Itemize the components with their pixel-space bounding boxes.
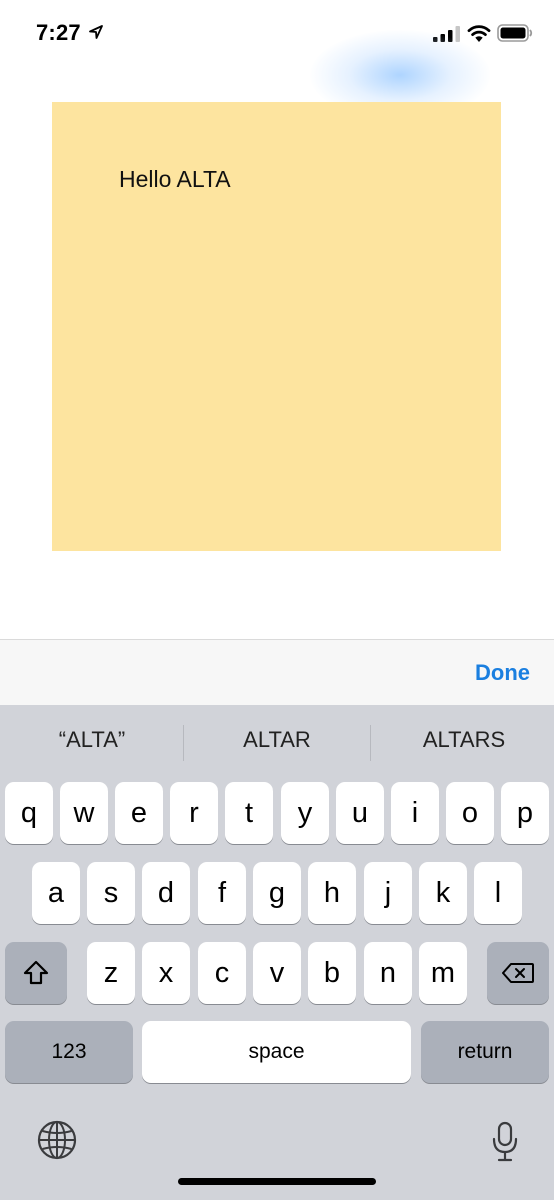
return-key[interactable]: return [421, 1021, 549, 1083]
key-s[interactable]: s [87, 862, 135, 924]
keyboard-accessory-bar: Done [0, 639, 554, 706]
suggestion-1[interactable]: “ALTA” [0, 727, 184, 753]
suggestion-divider [183, 725, 184, 761]
key-l[interactable]: l [474, 862, 522, 924]
key-o[interactable]: o [446, 782, 494, 844]
key-c[interactable]: c [198, 942, 246, 1004]
backspace-icon [502, 963, 534, 983]
home-indicator[interactable] [178, 1178, 376, 1185]
shift-icon [23, 960, 49, 985]
suggestion-bar: “ALTA” ALTAR ALTARS [0, 705, 554, 781]
location-arrow-icon [89, 25, 103, 39]
key-v[interactable]: v [253, 942, 301, 1004]
key-z[interactable]: z [87, 942, 135, 1004]
key-r[interactable]: r [170, 782, 218, 844]
key-g[interactable]: g [253, 862, 301, 924]
battery-icon [497, 24, 533, 42]
key-x[interactable]: x [142, 942, 190, 1004]
key-a[interactable]: a [32, 862, 80, 924]
done-button[interactable]: Done [475, 660, 530, 686]
suggestion-3[interactable]: ALTARS [372, 727, 554, 753]
key-f[interactable]: f [198, 862, 246, 924]
suggestion-2[interactable]: ALTAR [185, 727, 369, 753]
key-p[interactable]: p [501, 782, 549, 844]
key-d[interactable]: d [142, 862, 190, 924]
key-j[interactable]: j [364, 862, 412, 924]
sticky-note[interactable]: Hello ALTA [52, 102, 501, 551]
note-text[interactable]: Hello ALTA [119, 166, 231, 193]
numbers-key[interactable]: 123 [5, 1021, 133, 1083]
wifi-icon [467, 25, 491, 42]
key-u[interactable]: u [336, 782, 384, 844]
key-e[interactable]: e [115, 782, 163, 844]
suggestion-divider [370, 725, 371, 761]
key-i[interactable]: i [391, 782, 439, 844]
globe-icon[interactable] [36, 1119, 78, 1161]
key-q[interactable]: q [5, 782, 53, 844]
status-time: 7:27 [36, 20, 81, 45]
key-y[interactable]: y [281, 782, 329, 844]
shift-key[interactable] [5, 942, 67, 1004]
key-m[interactable]: m [419, 942, 467, 1004]
key-n[interactable]: n [364, 942, 412, 1004]
microphone-icon[interactable] [490, 1120, 520, 1164]
key-t[interactable]: t [225, 782, 273, 844]
key-k[interactable]: k [419, 862, 467, 924]
key-b[interactable]: b [308, 942, 356, 1004]
key-h[interactable]: h [308, 862, 356, 924]
space-key[interactable]: space [142, 1021, 411, 1083]
backspace-key[interactable] [487, 942, 549, 1004]
key-w[interactable]: w [60, 782, 108, 844]
